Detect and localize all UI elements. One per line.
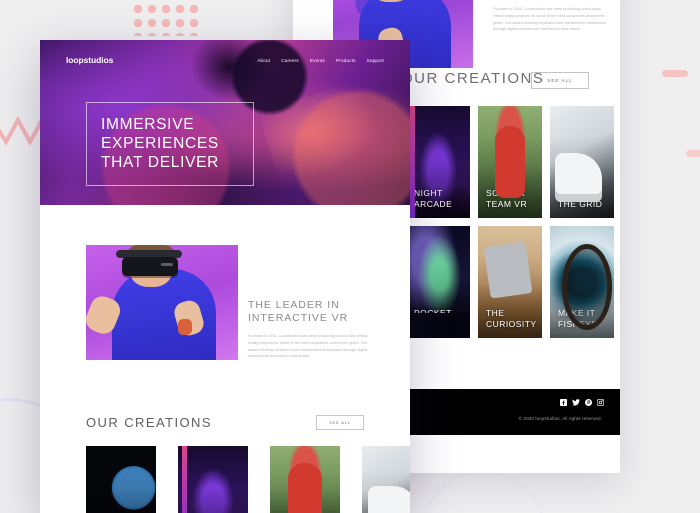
creation-card[interactable] [86,446,156,513]
card-overlay [550,106,614,218]
creation-card[interactable]: POCKET BOREALIS [406,226,470,338]
card-overlay [362,446,410,513]
creations-grid-row-2: POCKET BOREALIS THE CURIOSITY MAKE IT FISH… [406,226,618,338]
nav-item-support[interactable]: Support [367,58,384,63]
footer-copyright: © 2020 loopstudios. All rights reserved. [518,416,602,421]
hero-headline: IMMERSIVE EXPERIENCES THAT DELIVER [101,116,220,172]
dot-grid-decoration [131,0,203,36]
creation-card[interactable] [270,446,340,513]
nav-item-about[interactable]: About [257,58,270,63]
pinterest-icon[interactable] [585,399,592,406]
site-navbar: loopstudios About Careers Events Product… [40,40,410,80]
vr-photo-front [86,245,238,360]
creations-grid-front [86,446,410,513]
nav-item-events[interactable]: Events [310,58,325,63]
see-all-label-front: SEE ALL [329,420,351,425]
creation-card[interactable]: THE CURIOSITY [478,226,542,338]
see-all-button-back[interactable]: SEE ALL [531,72,589,89]
site-logo[interactable]: loopstudios [66,55,113,65]
facebook-icon[interactable] [560,399,567,406]
creation-card-title: THE CURIOSITY [486,308,537,329]
leader-body-front: Founded in 2011, Loopstudios has been pr… [248,333,368,359]
instagram-icon[interactable] [597,399,604,406]
primary-navigation: About Careers Events Products Support [257,58,384,63]
creations-heading-back: OUR CREATIONS [401,70,545,87]
presentation-canvas: THE LEADER IN INTERACTIVE VR Founded in … [0,0,700,513]
card-overlay [270,446,340,513]
footer-social-links [560,399,604,406]
creation-card[interactable]: THE GRID [550,106,614,218]
pink-bar-decoration-2 [686,150,700,157]
hero-light-blob [257,75,399,195]
see-all-label: SEE ALL [547,78,573,83]
twitter-icon[interactable] [572,399,580,406]
leader-section-back: THE LEADER IN INTERACTIVE VR Founded in … [493,0,611,33]
pink-bar-decoration [662,70,688,77]
creation-card-title: MAKE IT FISHEYE [558,308,598,329]
card-overlay [178,446,248,513]
leader-body: Founded in 2011, Loopstudios has been pr… [493,6,607,32]
foreground-page-screenshot[interactable]: loopstudios About Careers Events Product… [40,40,410,513]
nav-item-careers[interactable]: Careers [281,58,299,63]
creation-card[interactable] [178,446,248,513]
creations-header-front: OUR CREATIONS SEE ALL [86,415,364,430]
creation-card-title: SOCCER TEAM VR [486,188,528,209]
creation-card[interactable]: MAKE IT FISHEYE [550,226,614,338]
see-all-button-front[interactable]: SEE ALL [316,415,364,430]
hero-section: loopstudios About Careers Events Product… [40,40,410,205]
blue-circle-decoration-2 [420,470,546,513]
vr-controller [178,319,192,335]
nav-item-products[interactable]: Products [336,58,356,63]
creation-card-title: NIGHT ARCADE [414,188,453,209]
leader-text-front: THE LEADER IN INTERACTIVE VR Founded in … [248,299,378,360]
creations-grid-row-1: NIGHT ARCADE SOCCER TEAM VR THE GRID [406,106,618,218]
vr-headset-icon [122,257,178,276]
leader-section-front: THE LEADER IN INTERACTIVE VR Founded in … [40,245,410,375]
hero-headline-box: IMMERSIVE EXPERIENCES THAT DELIVER [86,102,254,187]
creations-heading-front: OUR CREATIONS [86,415,212,430]
card-overlay [406,226,470,338]
card-overlay [86,446,156,513]
creation-card[interactable]: NIGHT ARCADE [406,106,470,218]
leader-title-front: THE LEADER IN INTERACTIVE VR [248,299,349,325]
creation-card-title: POCKET BOREALIS [414,308,461,329]
creation-card[interactable] [362,446,410,513]
creation-card-title: THE GRID [558,198,603,209]
creation-card[interactable]: SOCCER TEAM VR [478,106,542,218]
